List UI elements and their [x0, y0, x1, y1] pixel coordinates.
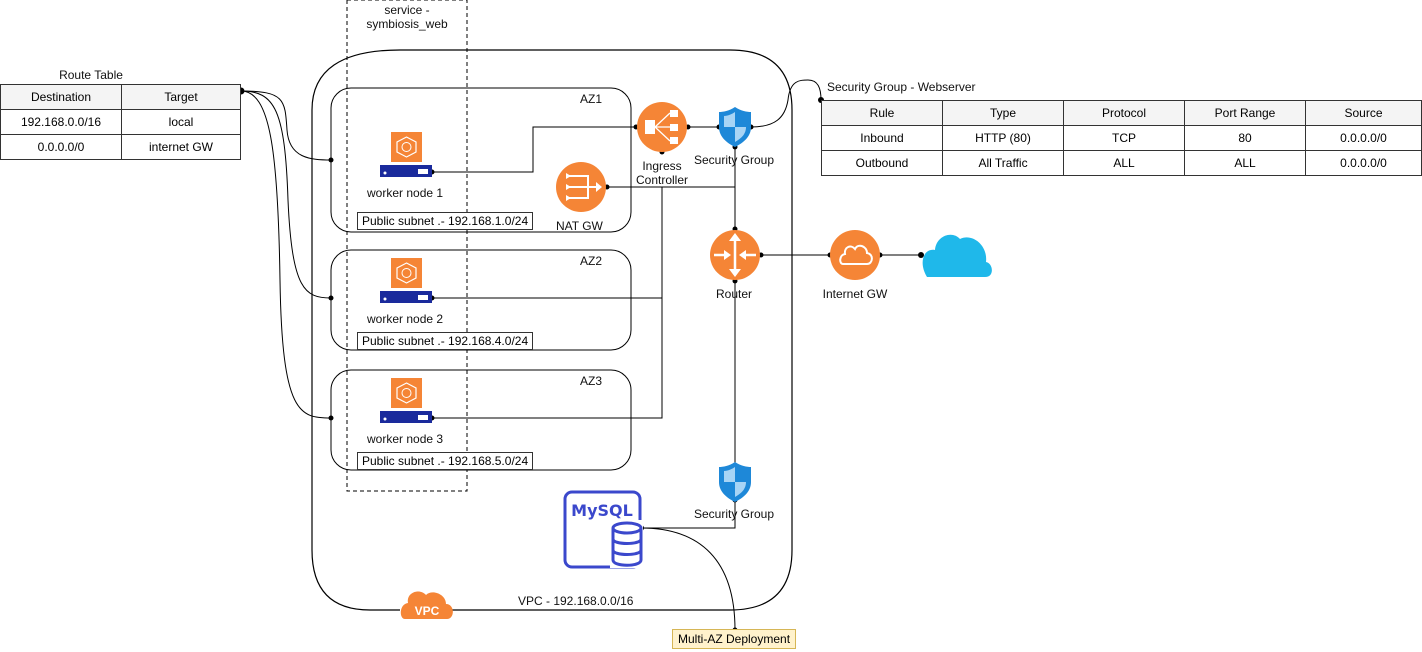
multi-az-note: Multi-AZ Deployment [672, 629, 797, 649]
vpc-cloud-icon: VPC [400, 591, 453, 619]
internet-gw-label: Internet GW [822, 287, 888, 301]
sg-cell-protocol: TCP [1063, 125, 1185, 151]
nat-gateway-icon[interactable] [556, 162, 606, 212]
db-security-group-shield-icon[interactable] [719, 462, 751, 502]
worker-node-2-icon[interactable] [380, 258, 432, 303]
service-label: service - symbiosis_web [366, 3, 448, 31]
sg-cell-type: HTTP (80) [942, 125, 1064, 151]
sg-header-type: Type [942, 100, 1064, 126]
sg-cell-port-range: ALL [1184, 150, 1306, 176]
sg-cell-protocol: ALL [1063, 150, 1185, 176]
security-group-table-title: Security Group - Webserver [827, 80, 976, 94]
router-label: Router [715, 287, 753, 301]
vpc-badge-text: VPC [415, 604, 440, 618]
route-target: internet GW [121, 134, 241, 160]
security-group-table: Rule Type Protocol Port Range Source Inb… [821, 100, 1422, 176]
route-destination: 0.0.0.0/0 [0, 134, 122, 160]
sg-cell-rule: Inbound [821, 125, 943, 151]
route-table-title: Route Table [59, 68, 123, 82]
route-table: Destination Target 192.168.0.0/16 local … [0, 84, 241, 160]
route-target: local [121, 109, 241, 135]
mysql-icon[interactable]: MySQL [563, 490, 643, 569]
az1-label: AZ1 [580, 92, 603, 106]
security-group-shield-icon[interactable] [719, 107, 751, 147]
mysql-to-multiaz-line [640, 527, 736, 631]
route-table-header-destination: Destination [0, 84, 122, 110]
sg-header-protocol: Protocol [1063, 100, 1185, 126]
sg-cell-source: 0.0.0.0/0 [1305, 150, 1422, 176]
nat-gw-label: NAT GW [556, 219, 603, 233]
table-row: 0.0.0.0/0 internet GW [0, 134, 241, 160]
ingress-label-line2: Controller [635, 173, 689, 187]
sg-header-port-range: Port Range [1184, 100, 1306, 126]
worker-node-1-label: worker node 1 [367, 186, 444, 200]
worker-node-3-label: worker node 3 [367, 432, 444, 446]
subnet-az3: Public subnet .- 192.168.5.0/24 [357, 452, 534, 470]
internet-gateway-icon[interactable] [830, 230, 880, 280]
table-row: Inbound HTTP (80) TCP 80 0.0.0.0/0 [821, 125, 1422, 151]
sg-header-source: Source [1305, 100, 1422, 126]
sg-to-sg-table-line [750, 79, 822, 128]
az3-label: AZ3 [580, 374, 603, 388]
table-row: Outbound All Traffic ALL ALL 0.0.0.0/0 [821, 150, 1422, 176]
security-group-top-label: Security Group [693, 153, 775, 167]
sg-header-rule: Rule [821, 100, 943, 126]
vpc-label: VPC - 192.168.0.0/16 [518, 594, 634, 608]
mysql-text: MySQL [571, 501, 633, 520]
internet-cloud-icon [922, 234, 992, 277]
security-group-db-label: Security Group [693, 507, 775, 521]
route-table-header-target: Target [121, 84, 241, 110]
sg-cell-rule: Outbound [821, 150, 943, 176]
route-table-connectors [240, 90, 332, 419]
route-destination: 192.168.0.0/16 [0, 109, 122, 135]
ingress-controller-icon[interactable] [637, 102, 687, 152]
subnet-az2: Public subnet .- 192.168.4.0/24 [357, 332, 534, 350]
worker-node-3-icon[interactable] [380, 378, 432, 423]
worker-node-2-label: worker node 2 [367, 312, 444, 326]
table-row: 192.168.0.0/16 local [0, 109, 241, 135]
subnet-az1: Public subnet .- 192.168.1.0/24 [357, 212, 534, 230]
az2-label: AZ2 [580, 254, 603, 268]
sg-cell-type: All Traffic [942, 150, 1064, 176]
worker1-to-ingress-line [432, 126, 636, 173]
sg-cell-source: 0.0.0.0/0 [1305, 125, 1422, 151]
vpc-boundary [311, 49, 793, 611]
worker-node-1-icon[interactable] [380, 132, 432, 177]
sg-cell-port-range: 80 [1184, 125, 1306, 151]
router-icon[interactable] [710, 230, 760, 280]
